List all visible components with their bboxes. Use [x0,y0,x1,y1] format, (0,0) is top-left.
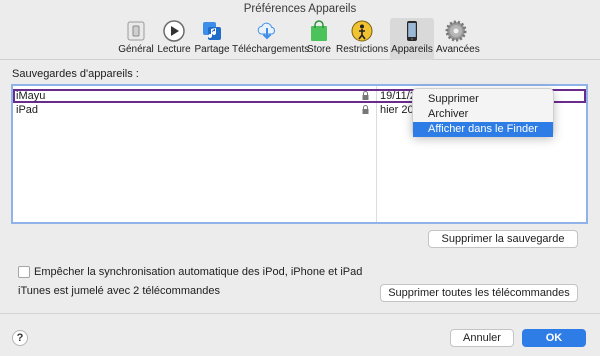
backup-date: 19/11/2 [380,90,416,102]
delete-all-remotes-button[interactable]: Supprimer toutes les télécommandes [380,284,578,302]
prevent-sync-label: Empêcher la synchronisation automatique … [34,266,363,278]
tab-appareils[interactable]: Appareils [390,18,434,60]
cancel-button[interactable]: Annuler [450,329,514,347]
ok-button[interactable]: OK [522,329,586,347]
tab-lecture-label: Lecture [157,44,191,55]
tab-telechargements[interactable]: Téléchargements [232,18,310,60]
context-menu: Supprimer Archiver Afficher dans le Find… [412,88,554,137]
tab-general-label: Général [118,44,154,55]
play-icon [163,20,185,42]
gear-icon [445,20,467,42]
tab-general[interactable]: Général [118,18,154,60]
tab-partage[interactable]: Partage [194,18,230,60]
tab-restrictions[interactable]: Restrictions [336,18,388,60]
lock-icon [362,91,369,100]
delete-backup-button[interactable]: Supprimer la sauvegarde [428,230,578,248]
backup-name: iMayu [16,90,46,102]
tab-telechargements-label: Téléchargements [232,44,310,55]
tab-store-label: Store [307,44,331,55]
sharing-icon [203,22,221,40]
tab-restrictions-label: Restrictions [336,44,389,55]
device-icon [407,21,417,41]
backup-date: hier 20 [380,104,414,116]
download-cloud-icon [257,22,275,40]
preferences-toolbar: Général Lecture Partage Téléchargements … [0,18,600,60]
tab-avancees[interactable]: Avancées [436,18,480,60]
backup-name: iPad [16,104,39,116]
menu-item-afficher-finder[interactable]: Afficher dans le Finder [413,122,553,137]
menu-item-supprimer[interactable]: Supprimer [413,92,553,107]
lock-icon [362,105,369,114]
tab-partage-label: Partage [194,44,230,55]
restrictions-icon [351,20,373,42]
tab-avancees-label: Avancées [436,44,480,55]
remotes-info: iTunes est jumelé avec 2 télécommandes [18,285,220,297]
tab-store[interactable]: Store [305,18,333,60]
tab-lecture[interactable]: Lecture [156,18,192,60]
footer-separator [0,313,600,314]
backups-section-label: Sauvegardes d'appareils : [12,68,139,80]
menu-item-archiver[interactable]: Archiver [413,107,553,122]
help-button[interactable]: ? [12,330,28,346]
prevent-sync-checkbox[interactable] [18,266,30,278]
window-title: Préférences Appareils [243,3,357,15]
store-bag-icon [311,20,327,41]
tab-appareils-label: Appareils [391,44,433,55]
general-switch-icon [127,21,145,41]
